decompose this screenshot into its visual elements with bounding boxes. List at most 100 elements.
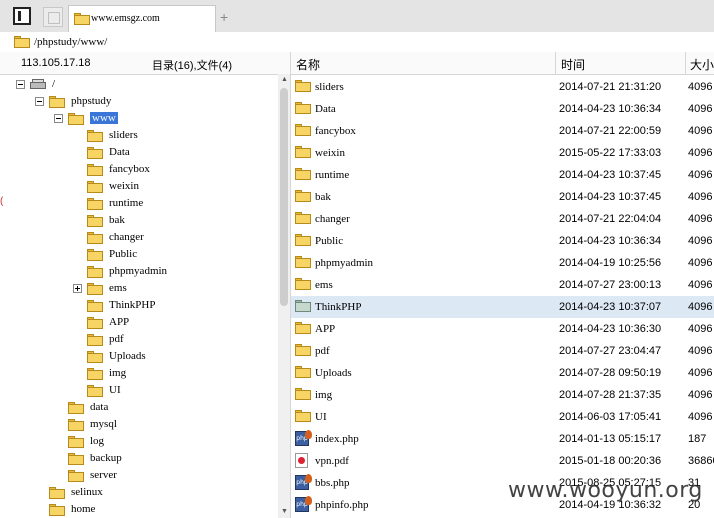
file-size: 4096 bbox=[688, 345, 713, 357]
file-name: changer bbox=[315, 213, 350, 225]
file-row[interactable]: vpn.pdf 2015-01-18 00:20:36 36860 bbox=[291, 450, 714, 472]
folder-icon bbox=[295, 146, 311, 158]
tree-item[interactable]: bak bbox=[14, 212, 276, 229]
collapse-icon[interactable] bbox=[16, 80, 25, 89]
tree-scrollbar[interactable]: ▲ ▼ bbox=[278, 74, 290, 518]
folder-icon bbox=[49, 487, 65, 499]
file-row[interactable]: Public 2014-04-23 10:36:34 4096 bbox=[291, 230, 714, 252]
tree-item[interactable]: Public bbox=[14, 246, 276, 263]
file-name: phpinfo.php bbox=[315, 499, 369, 511]
tree-item[interactable]: data bbox=[14, 399, 276, 416]
folder-icon bbox=[68, 470, 84, 482]
server-ip: 113.105.17.18 bbox=[21, 57, 91, 69]
tab-active[interactable]: www.emsgz.com bbox=[68, 5, 216, 32]
tree-item[interactable]: home bbox=[14, 501, 276, 518]
tree-item[interactable]: log bbox=[14, 433, 276, 450]
file-row[interactable]: UI 2014-06-03 17:05:41 4096 bbox=[291, 406, 714, 428]
file-row[interactable]: Data 2014-04-23 10:36:34 4096 bbox=[291, 98, 714, 120]
folder-icon bbox=[87, 130, 103, 142]
folder-icon bbox=[49, 96, 65, 108]
tree-item[interactable]: fancybox bbox=[14, 161, 276, 178]
php-file-icon: php bbox=[295, 496, 312, 512]
collapse-icon[interactable] bbox=[54, 114, 63, 123]
tree-item[interactable]: runtime bbox=[14, 195, 276, 212]
file-name: UI bbox=[315, 411, 327, 423]
tab-overview-button[interactable] bbox=[43, 7, 63, 27]
tree-item[interactable]: backup bbox=[14, 450, 276, 467]
folder-icon bbox=[87, 385, 103, 397]
expand-icon[interactable] bbox=[73, 284, 82, 293]
file-size: 4096 bbox=[688, 411, 713, 423]
tree-item[interactable]: mysql bbox=[14, 416, 276, 433]
tree-item[interactable]: / bbox=[14, 76, 276, 93]
file-row[interactable]: bak 2014-04-23 10:37:45 4096 bbox=[291, 186, 714, 208]
file-row[interactable]: Uploads 2014-07-28 09:50:19 4096 bbox=[291, 362, 714, 384]
file-name: pdf bbox=[315, 345, 330, 357]
file-size: 4096 bbox=[688, 257, 713, 269]
tabs-icon bbox=[48, 12, 60, 24]
file-size: 4096 bbox=[688, 169, 713, 181]
scrollbar-thumb[interactable] bbox=[280, 88, 288, 306]
file-row[interactable]: img 2014-07-28 21:37:35 4096 bbox=[291, 384, 714, 406]
tree-item[interactable]: sliders bbox=[14, 127, 276, 144]
column-header-time[interactable]: 时间 bbox=[561, 56, 585, 73]
tree-item-label: phpstudy bbox=[71, 95, 112, 107]
address-bar[interactable]: /phpstudy/www/ bbox=[0, 32, 714, 53]
file-size: 4096 bbox=[688, 103, 713, 115]
scroll-up-icon[interactable]: ▲ bbox=[281, 76, 288, 83]
tree-item[interactable]: phpmyadmin bbox=[14, 263, 276, 280]
tree-item[interactable]: www bbox=[14, 110, 276, 127]
file-row[interactable]: phpmyadmin 2014-04-19 10:25:56 4096 bbox=[291, 252, 714, 274]
column-separator bbox=[290, 52, 291, 74]
file-row[interactable]: sliders 2014-07-21 21:31:20 4096 bbox=[291, 76, 714, 98]
tree-item[interactable]: Data bbox=[14, 144, 276, 161]
file-row[interactable]: weixin 2015-05-22 17:33:03 4096 bbox=[291, 142, 714, 164]
panel-icon bbox=[18, 11, 21, 21]
file-name: bbs.php bbox=[315, 477, 350, 489]
tree-item[interactable]: UI bbox=[14, 382, 276, 399]
file-row[interactable]: fancybox 2014-07-21 22:00:59 4096 bbox=[291, 120, 714, 142]
file-row[interactable]: ems 2014-07-27 23:00:13 4096 bbox=[291, 274, 714, 296]
tree-item[interactable]: pdf bbox=[14, 331, 276, 348]
collapse-icon[interactable] bbox=[35, 97, 44, 106]
folder-icon bbox=[87, 351, 103, 363]
tree-item[interactable]: changer bbox=[14, 229, 276, 246]
tree-item[interactable]: img bbox=[14, 365, 276, 382]
file-size: 187 bbox=[688, 433, 707, 445]
tree-item[interactable]: weixin bbox=[14, 178, 276, 195]
file-time: 2015-01-18 00:20:36 bbox=[559, 455, 662, 467]
tree-item[interactable]: selinux bbox=[14, 484, 276, 501]
php-file-icon: php bbox=[295, 430, 312, 446]
file-row[interactable]: php index.php 2014-01-13 05:15:17 187 bbox=[291, 428, 714, 450]
tree-item[interactable]: APP bbox=[14, 314, 276, 331]
column-header-size[interactable]: 大小 bbox=[690, 56, 714, 73]
file-time: 2014-01-13 05:15:17 bbox=[559, 433, 662, 445]
tree-item[interactable]: server bbox=[14, 467, 276, 484]
tree-item[interactable]: ThinkPHP bbox=[14, 297, 276, 314]
folder-icon bbox=[68, 453, 84, 465]
folder-icon bbox=[87, 147, 103, 159]
file-size: 4096 bbox=[688, 213, 713, 225]
tree-item[interactable]: Uploads bbox=[14, 348, 276, 365]
tree-item[interactable]: ems bbox=[14, 280, 276, 297]
file-time: 2015-05-22 17:33:03 bbox=[559, 147, 662, 159]
add-tab-button[interactable]: + bbox=[220, 9, 228, 25]
scroll-down-icon[interactable]: ▼ bbox=[281, 508, 288, 515]
tree-item-label: runtime bbox=[109, 197, 144, 209]
folder-tree: / phpstudy www sliders Data fancybox weixin run… bbox=[14, 74, 276, 518]
file-row[interactable]: pdf 2014-07-27 23:04:47 4096 bbox=[291, 340, 714, 362]
folder-icon bbox=[87, 334, 103, 346]
file-row[interactable]: ThinkPHP 2014-04-23 10:37:07 4096 bbox=[291, 296, 714, 318]
sidebar-toggle-button[interactable] bbox=[13, 7, 31, 25]
file-time: 2014-07-27 23:00:13 bbox=[559, 279, 662, 291]
file-name: fancybox bbox=[315, 125, 356, 137]
tree-item[interactable]: phpstudy bbox=[14, 93, 276, 110]
folder-icon bbox=[295, 344, 311, 356]
file-row[interactable]: runtime 2014-04-23 10:37:45 4096 bbox=[291, 164, 714, 186]
file-row[interactable]: changer 2014-07-21 22:04:04 4096 bbox=[291, 208, 714, 230]
folder-icon bbox=[295, 102, 311, 114]
column-header-name[interactable]: 名称 bbox=[296, 56, 320, 73]
file-row[interactable]: APP 2014-04-23 10:36:30 4096 bbox=[291, 318, 714, 340]
folder-icon bbox=[295, 366, 311, 378]
folder-icon bbox=[87, 317, 103, 329]
